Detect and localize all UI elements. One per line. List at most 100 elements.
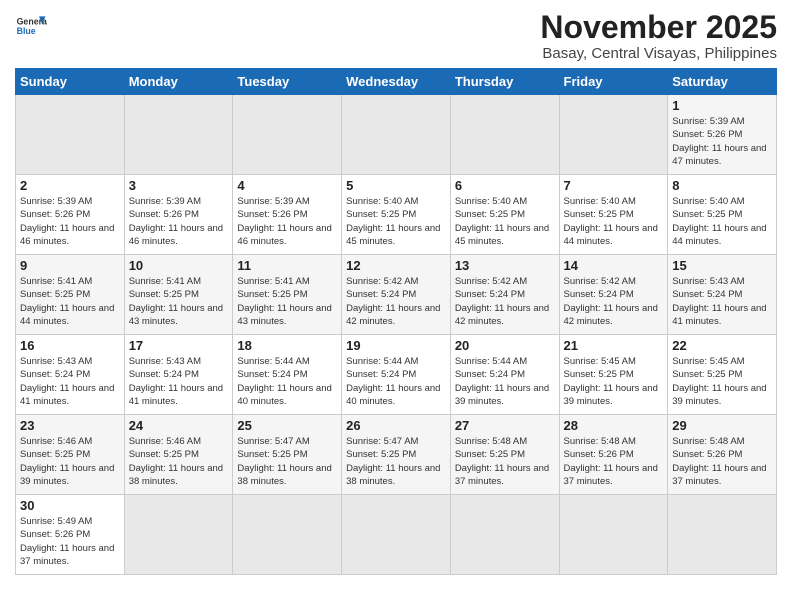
month-title: November 2025 [540,10,777,45]
day-number: 17 [129,338,229,353]
day-number: 5 [346,178,446,193]
calendar-cell: 23 Sunrise: 5:46 AMSunset: 5:25 PMDayligh… [16,415,125,495]
calendar-cell: 30 Sunrise: 5:49 AMSunset: 5:26 PMDayligh… [16,495,125,575]
weekday-header-wednesday: Wednesday [342,69,451,95]
calendar-cell [450,95,559,175]
calendar-cell [124,95,233,175]
calendar-cell: 11 Sunrise: 5:41 AMSunset: 5:25 PMDayligh… [233,255,342,335]
day-number: 11 [237,258,337,273]
cell-sun-info: Sunrise: 5:46 AMSunset: 5:25 PMDaylight:… [20,435,120,488]
weekday-header-tuesday: Tuesday [233,69,342,95]
calendar-cell [668,495,777,575]
cell-sun-info: Sunrise: 5:47 AMSunset: 5:25 PMDaylight:… [346,435,446,488]
calendar-cell: 29Sunrise: 5:48 AMSunset: 5:26 PMDayligh… [668,415,777,495]
calendar-week-row: 23 Sunrise: 5:46 AMSunset: 5:25 PMDayligh… [16,415,777,495]
day-number: 16 [20,338,120,353]
calendar-cell: 17 Sunrise: 5:43 AMSunset: 5:24 PMDayligh… [124,335,233,415]
calendar-week-row: 9Sunrise: 5:41 AMSunset: 5:25 PMDaylight… [16,255,777,335]
day-number: 20 [455,338,555,353]
day-number: 23 [20,418,120,433]
day-number: 24 [129,418,229,433]
weekday-header-saturday: Saturday [668,69,777,95]
calendar-cell: 20 Sunrise: 5:44 AMSunset: 5:24 PMDayligh… [450,335,559,415]
logo: General Blue [15,10,47,42]
calendar-cell: 9Sunrise: 5:41 AMSunset: 5:25 PMDaylight… [16,255,125,335]
calendar-cell: 2Sunrise: 5:39 AMSunset: 5:26 PMDaylight… [16,175,125,255]
calendar-cell: 10 Sunrise: 5:41 AMSunset: 5:25 PMDayligh… [124,255,233,335]
calendar-cell: 6 Sunrise: 5:40 AMSunset: 5:25 PMDaylight… [450,175,559,255]
day-number: 25 [237,418,337,433]
day-number: 27 [455,418,555,433]
day-number: 4 [237,178,337,193]
location-title: Basay, Central Visayas, Philippines [540,45,777,62]
calendar-cell: 22 Sunrise: 5:45 AMSunset: 5:25 PMDayligh… [668,335,777,415]
day-number: 13 [455,258,555,273]
weekday-header-thursday: Thursday [450,69,559,95]
day-number: 10 [129,258,229,273]
calendar-cell: 12 Sunrise: 5:42 AMSunset: 5:24 PMDayligh… [342,255,451,335]
calendar-week-row: 2Sunrise: 5:39 AMSunset: 5:26 PMDaylight… [16,175,777,255]
cell-sun-info: Sunrise: 5:40 AMSunset: 5:25 PMDaylight:… [672,195,772,248]
calendar-cell: 3Sunrise: 5:39 AMSunset: 5:26 PMDaylight… [124,175,233,255]
day-number: 22 [672,338,772,353]
day-number: 18 [237,338,337,353]
day-number: 2 [20,178,120,193]
calendar-cell [233,495,342,575]
cell-sun-info: Sunrise: 5:48 AMSunset: 5:26 PMDaylight:… [672,435,772,488]
cell-sun-info: Sunrise: 5:41 AMSunset: 5:25 PMDaylight:… [237,275,337,328]
calendar-table: SundayMondayTuesdayWednesdayThursdayFrid… [15,68,777,575]
calendar-cell: 18 Sunrise: 5:44 AMSunset: 5:24 PMDayligh… [233,335,342,415]
calendar-cell: 26Sunrise: 5:47 AMSunset: 5:25 PMDayligh… [342,415,451,495]
day-number: 30 [20,498,120,513]
cell-sun-info: Sunrise: 5:40 AMSunset: 5:25 PMDaylight:… [346,195,446,248]
calendar-cell: 8Sunrise: 5:40 AMSunset: 5:25 PMDaylight… [668,175,777,255]
cell-sun-info: Sunrise: 5:43 AMSunset: 5:24 PMDaylight:… [129,355,229,408]
calendar-cell [559,495,668,575]
page-header: General Blue November 2025 Basay, Centra… [15,10,777,62]
calendar-cell: 19Sunrise: 5:44 AMSunset: 5:24 PMDayligh… [342,335,451,415]
calendar-week-row: 1Sunrise: 5:39 AMSunset: 5:26 PMDaylight… [16,95,777,175]
cell-sun-info: Sunrise: 5:40 AMSunset: 5:25 PMDaylight:… [455,195,555,248]
calendar-cell: 24 Sunrise: 5:46 AMSunset: 5:25 PMDayligh… [124,415,233,495]
calendar-cell: 15 Sunrise: 5:43 AMSunset: 5:24 PMDayligh… [668,255,777,335]
logo-icon: General Blue [15,10,47,42]
title-section: November 2025 Basay, Central Visayas, Ph… [540,10,777,62]
calendar-cell [233,95,342,175]
cell-sun-info: Sunrise: 5:45 AMSunset: 5:25 PMDaylight:… [564,355,664,408]
calendar-cell: 27Sunrise: 5:48 AMSunset: 5:25 PMDayligh… [450,415,559,495]
cell-sun-info: Sunrise: 5:48 AMSunset: 5:26 PMDaylight:… [564,435,664,488]
day-number: 28 [564,418,664,433]
weekday-header-friday: Friday [559,69,668,95]
cell-sun-info: Sunrise: 5:49 AMSunset: 5:26 PMDaylight:… [20,515,120,568]
cell-sun-info: Sunrise: 5:44 AMSunset: 5:24 PMDaylight:… [455,355,555,408]
cell-sun-info: Sunrise: 5:46 AMSunset: 5:25 PMDaylight:… [129,435,229,488]
cell-sun-info: Sunrise: 5:43 AMSunset: 5:24 PMDaylight:… [672,275,772,328]
calendar-week-row: 16 Sunrise: 5:43 AMSunset: 5:24 PMDayligh… [16,335,777,415]
cell-sun-info: Sunrise: 5:47 AMSunset: 5:25 PMDaylight:… [237,435,337,488]
calendar-cell: 7Sunrise: 5:40 AMSunset: 5:25 PMDaylight… [559,175,668,255]
day-number: 15 [672,258,772,273]
cell-sun-info: Sunrise: 5:41 AMSunset: 5:25 PMDaylight:… [20,275,120,328]
calendar-cell: 21Sunrise: 5:45 AMSunset: 5:25 PMDayligh… [559,335,668,415]
day-number: 12 [346,258,446,273]
calendar-cell [16,95,125,175]
calendar-cell: 25 Sunrise: 5:47 AMSunset: 5:25 PMDayligh… [233,415,342,495]
cell-sun-info: Sunrise: 5:43 AMSunset: 5:24 PMDaylight:… [20,355,120,408]
calendar-week-row: 30 Sunrise: 5:49 AMSunset: 5:26 PMDayligh… [16,495,777,575]
cell-sun-info: Sunrise: 5:39 AMSunset: 5:26 PMDaylight:… [672,115,772,168]
cell-sun-info: Sunrise: 5:42 AMSunset: 5:24 PMDaylight:… [346,275,446,328]
weekday-header-sunday: Sunday [16,69,125,95]
cell-sun-info: Sunrise: 5:44 AMSunset: 5:24 PMDaylight:… [346,355,446,408]
calendar-cell: 1Sunrise: 5:39 AMSunset: 5:26 PMDaylight… [668,95,777,175]
cell-sun-info: Sunrise: 5:45 AMSunset: 5:25 PMDaylight:… [672,355,772,408]
day-number: 6 [455,178,555,193]
calendar-cell [124,495,233,575]
svg-text:Blue: Blue [17,26,36,36]
calendar-cell: 16 Sunrise: 5:43 AMSunset: 5:24 PMDayligh… [16,335,125,415]
cell-sun-info: Sunrise: 5:42 AMSunset: 5:24 PMDaylight:… [455,275,555,328]
calendar-cell: 13 Sunrise: 5:42 AMSunset: 5:24 PMDayligh… [450,255,559,335]
cell-sun-info: Sunrise: 5:42 AMSunset: 5:24 PMDaylight:… [564,275,664,328]
cell-sun-info: Sunrise: 5:40 AMSunset: 5:25 PMDaylight:… [564,195,664,248]
cell-sun-info: Sunrise: 5:44 AMSunset: 5:24 PMDaylight:… [237,355,337,408]
cell-sun-info: Sunrise: 5:41 AMSunset: 5:25 PMDaylight:… [129,275,229,328]
